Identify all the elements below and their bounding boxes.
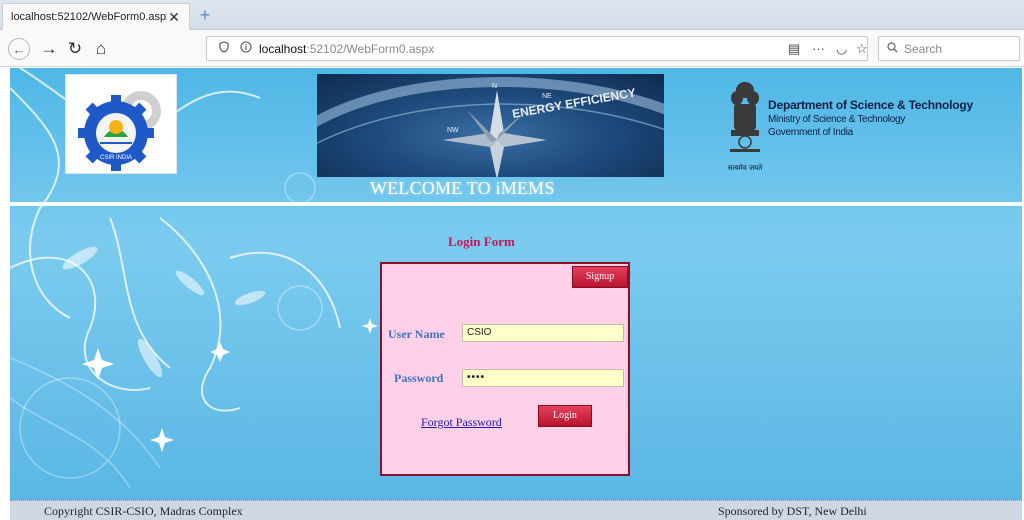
sponsor-text: Sponsored by DST, New Delhi	[718, 504, 867, 518]
emblem-motto: सत्यमेव जयते	[728, 163, 763, 172]
page-content: CSIR INDIA ENERGY EFFICIENCY NW N NE WEL…	[10, 68, 1022, 500]
copyright-text: Copyright CSIR-CSIO, Madras Complex	[44, 504, 243, 518]
government-name: Government of India	[768, 127, 853, 138]
url-host: localhost	[259, 41, 307, 56]
department-info: Department of Science & Technology Minis…	[768, 98, 973, 138]
login-button[interactable]: Login	[538, 405, 592, 427]
energy-efficiency-banner: ENERGY EFFICIENCY NW N NE	[317, 74, 664, 177]
browser-tab[interactable]: localhost:52102/WebForm0.aspx ✕	[2, 3, 190, 30]
info-icon[interactable]	[237, 41, 255, 56]
department-name: Department of Science & Technology	[768, 98, 974, 112]
ministry-name: Ministry of Science & Technology	[768, 114, 905, 125]
username-input[interactable]: CSIO	[462, 324, 624, 342]
banner-direction-ne: NE	[542, 93, 552, 100]
login-form: Signup User Name CSIO Password •••• Forg…	[380, 262, 630, 476]
username-label: User Name	[388, 327, 445, 341]
forward-arrow-icon[interactable]: →	[38, 38, 60, 60]
national-emblem-icon: सत्यमेव जयते	[727, 76, 763, 172]
password-label: Password	[394, 371, 444, 385]
back-arrow-icon[interactable]: ←	[8, 38, 30, 60]
csir-logo: CSIR INDIA	[65, 74, 177, 174]
tab-title: localhost:52102/WebForm0.aspx	[11, 11, 167, 23]
browser-navigation-bar: ← → ↻ ⌂ localhost:52102/WebForm0.aspx ▤ …	[0, 30, 1024, 67]
shield-icon[interactable]	[215, 41, 233, 56]
pocket-icon[interactable]: ◡	[836, 41, 847, 57]
forgot-password-link[interactable]: Forgot Password	[421, 415, 502, 430]
bookmark-star-icon[interactable]: ☆	[856, 41, 868, 57]
more-actions-icon[interactable]: ···	[812, 41, 825, 56]
login-form-title: Login Form	[448, 234, 515, 249]
logo-text: CSIR INDIA	[100, 155, 132, 161]
url-path: :52102/WebForm0.aspx	[306, 41, 435, 56]
reader-view-icon[interactable]: ▤	[788, 41, 800, 57]
welcome-heading: WELCOME TO iMEMS	[370, 178, 555, 198]
search-placeholder: Search	[904, 41, 943, 56]
banner-direction-nw: NW	[447, 127, 459, 134]
password-input[interactable]: ••••	[462, 369, 624, 387]
new-tab-icon[interactable]: +	[196, 6, 214, 24]
home-icon[interactable]: ⌂	[90, 38, 112, 60]
reload-icon[interactable]: ↻	[64, 38, 86, 60]
close-tab-icon[interactable]: ✕	[167, 10, 181, 24]
address-bar[interactable]: localhost:52102/WebForm0.aspx	[206, 36, 868, 61]
search-icon	[887, 41, 898, 56]
search-input[interactable]: Search	[878, 36, 1020, 61]
signup-button[interactable]: Signup	[572, 266, 628, 288]
page-footer: Copyright CSIR-CSIO, Madras Complex Spon…	[10, 500, 1022, 520]
banner-direction-n: N	[492, 83, 497, 90]
header-divider	[10, 202, 1022, 206]
browser-tab-bar: localhost:52102/WebForm0.aspx ✕ +	[0, 0, 1024, 30]
